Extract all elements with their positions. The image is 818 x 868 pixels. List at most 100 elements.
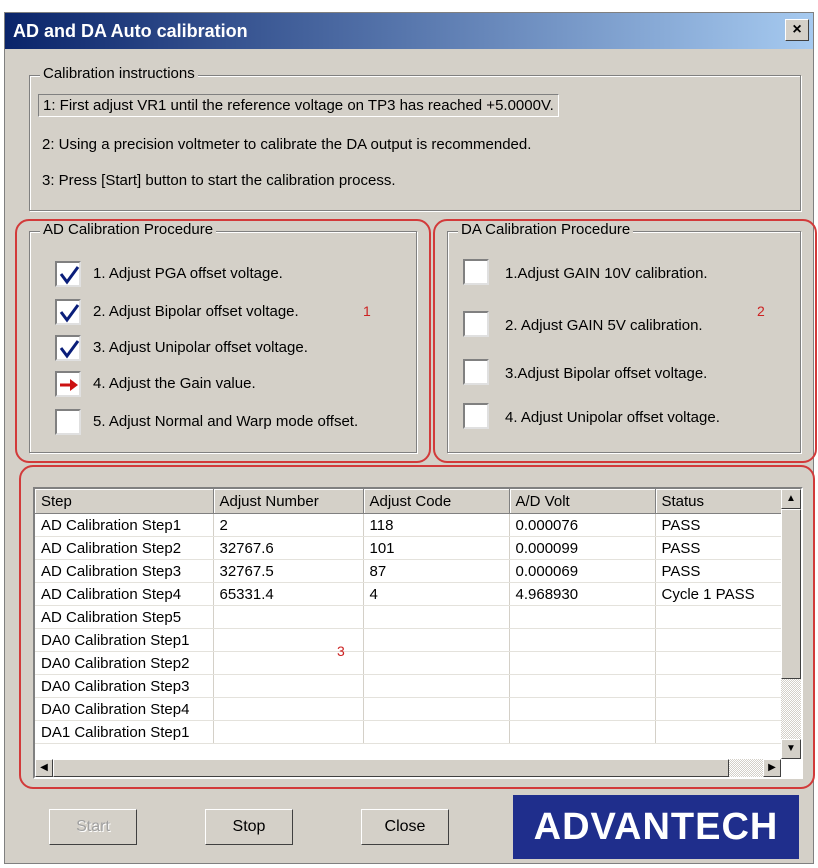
table-cell: PASS xyxy=(655,559,786,583)
check-mark-icon xyxy=(59,266,80,285)
table-cell: 0.000099 xyxy=(509,536,656,560)
table-cell: DA0 Calibration Step2 xyxy=(35,651,214,675)
ad-step4-label: 4. Adjust the Gain value. xyxy=(93,375,256,392)
table-cell xyxy=(655,720,786,744)
table-cell xyxy=(509,605,656,629)
vertical-scrollbar[interactable]: ▲ ▼ xyxy=(781,489,801,759)
instruction-line-3: 3: Press [Start] button to start the cal… xyxy=(42,172,396,189)
da-step3-label: 3.Adjust Bipolar offset voltage. xyxy=(505,365,708,382)
column-header-step[interactable]: Step xyxy=(35,489,214,514)
ad-step1-label: 1. Adjust PGA offset voltage. xyxy=(93,265,283,282)
instructions-group: Calibration instructions 1: First adjust… xyxy=(29,65,801,211)
scroll-up-button[interactable]: ▲ xyxy=(781,489,801,509)
column-header-adjust-code[interactable]: Adjust Code xyxy=(363,489,510,514)
table-cell: 101 xyxy=(363,536,510,560)
da-step1-checkbox[interactable] xyxy=(463,259,489,285)
table-cell: PASS xyxy=(655,536,786,560)
ad-step3-label: 3. Adjust Unipolar offset voltage. xyxy=(93,339,308,356)
table-row[interactable]: DA0 Calibration Step1 xyxy=(35,628,786,652)
table-cell xyxy=(363,605,510,629)
table-cell xyxy=(509,720,656,744)
column-header-status[interactable]: Status xyxy=(655,489,786,514)
stop-button[interactable]: Stop xyxy=(205,809,293,845)
scroll-down-button[interactable]: ▼ xyxy=(781,739,801,759)
ad-procedure-legend: AD Calibration Procedure xyxy=(40,221,217,238)
da-step4-label: 4. Adjust Unipolar offset voltage. xyxy=(505,409,720,426)
table-cell xyxy=(363,674,510,698)
annotation-3: 3 xyxy=(337,643,345,659)
ad-step2-label: 2. Adjust Bipolar offset voltage. xyxy=(93,303,299,320)
table-cell: 4.968930 xyxy=(509,582,656,606)
table-cell xyxy=(509,674,656,698)
da-step4-checkbox[interactable] xyxy=(463,403,489,429)
da-procedure-legend: DA Calibration Procedure xyxy=(458,221,634,238)
table-row[interactable]: AD Calibration Step3 32767.5 87 0.000069 PAS… xyxy=(35,559,786,583)
table-row[interactable]: DA0 Calibration Step2 xyxy=(35,651,786,675)
table-cell: AD Calibration Step1 xyxy=(35,513,214,537)
table-row[interactable]: AD Calibration Step2 32767.6 101 0.000099 PA… xyxy=(35,536,786,560)
table-cell: 32767.6 xyxy=(213,536,364,560)
table-cell: 4 xyxy=(363,582,510,606)
table-cell: 118 xyxy=(363,513,510,537)
horizontal-scrollbar[interactable]: ◀ ▶ xyxy=(35,759,781,777)
table-row[interactable]: DA0 Calibration Step4 xyxy=(35,697,786,721)
start-button[interactable]: Start xyxy=(49,809,137,845)
table-cell xyxy=(509,628,656,652)
ad-step3-checkbox[interactable] xyxy=(55,335,81,361)
annotation-1: 1 xyxy=(363,303,371,319)
window-title: AD and DA Auto calibration xyxy=(13,21,248,41)
close-button[interactable]: Close xyxy=(361,809,449,845)
ad-step2-checkbox[interactable] xyxy=(55,299,81,325)
calibration-dialog: AD and DA Auto calibration × Calibration… xyxy=(4,12,817,864)
da-step2-label: 2. Adjust GAIN 5V calibration. xyxy=(505,317,703,334)
horizontal-scroll-thumb[interactable] xyxy=(53,759,729,777)
vertical-scroll-thumb[interactable] xyxy=(781,509,801,679)
table-cell: 65331.4 xyxy=(213,582,364,606)
table-cell: PASS xyxy=(655,513,786,537)
column-header-adjust-number[interactable]: Adjust Number xyxy=(213,489,364,514)
table-cell xyxy=(363,628,510,652)
table-cell: AD Calibration Step4 xyxy=(35,582,214,606)
table-cell: Cycle 1 PASS xyxy=(655,582,786,606)
table-cell xyxy=(213,720,364,744)
table-cell: DA1 Calibration Step1 xyxy=(35,720,214,744)
ad-step1-checkbox[interactable] xyxy=(55,261,81,287)
table-cell xyxy=(363,651,510,675)
table-row[interactable]: DA1 Calibration Step1 xyxy=(35,720,786,744)
annotation-2: 2 xyxy=(757,303,765,319)
table-cell: AD Calibration Step3 xyxy=(35,559,214,583)
table-row[interactable]: AD Calibration Step5 xyxy=(35,605,786,629)
ad-step5-label: 5. Adjust Normal and Warp mode offset. xyxy=(93,413,359,430)
column-header-ad-volt[interactable]: A/D Volt xyxy=(509,489,656,514)
table-cell xyxy=(655,674,786,698)
da-step2-checkbox[interactable] xyxy=(463,311,489,337)
table-cell: 87 xyxy=(363,559,510,583)
table-body: AD Calibration Step1 2 118 0.000076 PASS AD C… xyxy=(35,513,786,744)
table-cell xyxy=(363,720,510,744)
table-cell xyxy=(655,651,786,675)
close-window-button[interactable]: × xyxy=(785,19,809,41)
scroll-left-button[interactable]: ◀ xyxy=(35,759,53,777)
table-row[interactable]: AD Calibration Step1 2 118 0.000076 PASS xyxy=(35,513,786,537)
table-cell: DA0 Calibration Step3 xyxy=(35,674,214,698)
table-row[interactable]: DA0 Calibration Step3 xyxy=(35,674,786,698)
ad-step4-checkbox[interactable] xyxy=(55,371,81,397)
scroll-right-button[interactable]: ▶ xyxy=(763,759,781,777)
da-step3-checkbox[interactable] xyxy=(463,359,489,385)
results-grid: Step Adjust Number Adjust Code A/D Volt … xyxy=(35,489,786,744)
table-cell xyxy=(363,697,510,721)
table-cell xyxy=(655,697,786,721)
table-cell xyxy=(213,674,364,698)
title-bar: AD and DA Auto calibration × xyxy=(5,13,813,49)
table-row[interactable]: AD Calibration Step4 65331.4 4 4.968930 Cycl… xyxy=(35,582,786,606)
table-header-row: Step Adjust Number Adjust Code A/D Volt … xyxy=(35,489,786,514)
da-step1-label: 1.Adjust GAIN 10V calibration. xyxy=(505,265,708,282)
table-cell: 0.000069 xyxy=(509,559,656,583)
table-cell: 32767.5 xyxy=(213,559,364,583)
calibration-table[interactable]: Step Adjust Number Adjust Code A/D Volt … xyxy=(33,487,803,779)
table-cell xyxy=(655,605,786,629)
table-cell xyxy=(213,605,364,629)
table-cell: 2 xyxy=(213,513,364,537)
table-cell xyxy=(509,697,656,721)
ad-step5-checkbox[interactable] xyxy=(55,409,81,435)
